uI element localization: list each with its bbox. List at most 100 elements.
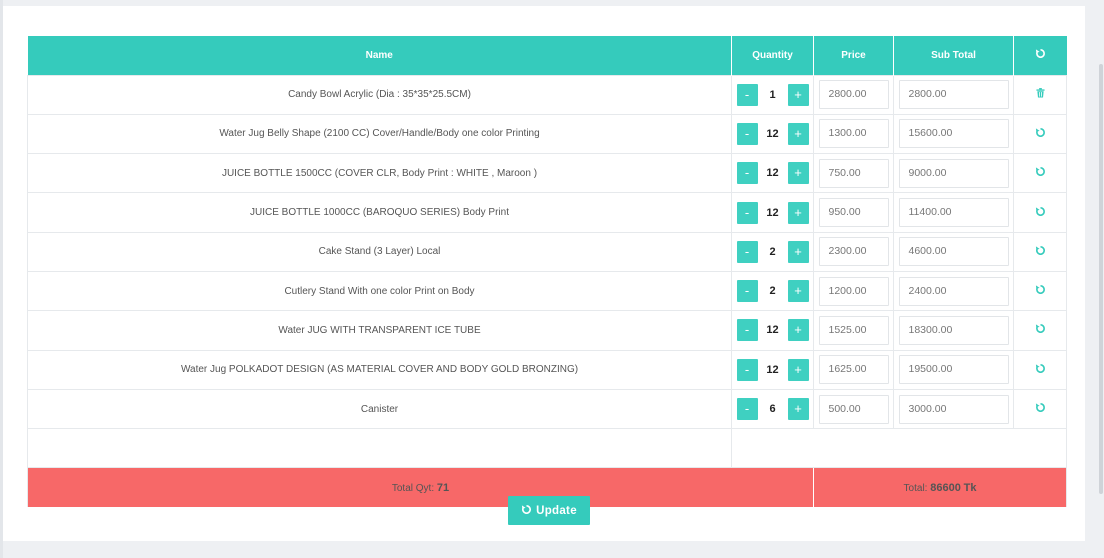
product-name: JUICE BOTTLE 1500CC (COVER CLR, Body Pri… (27, 153, 732, 193)
increase-quantity-button[interactable]: + (787, 398, 809, 421)
increase-quantity-button[interactable]: + (787, 201, 809, 224)
quantity-stepper: - 12 + (731, 349, 814, 390)
price-cell: 1525.00 (813, 310, 894, 351)
quantity-value[interactable]: 2 (758, 246, 788, 258)
column-header-action[interactable] (1013, 36, 1067, 75)
refresh-icon[interactable] (1035, 166, 1046, 177)
product-name: Candy Bowl Acrylic (Dia : 35*35*25.5CM) (27, 74, 732, 115)
table-row-partial (27, 428, 1067, 468)
action-cell (1013, 153, 1067, 193)
table-row: JUICE BOTTLE 1500CC (COVER CLR, Body Pri… (27, 153, 1067, 193)
quantity-stepper: - 12 + (731, 113, 814, 154)
column-header-quantity: Quantity (731, 36, 814, 75)
table-row: Water Jug Belly Shape (2100 CC) Cover/Ha… (27, 113, 1067, 154)
quantity-value[interactable]: 2 (758, 285, 788, 297)
subtotal-field: 19500.00 (898, 355, 1009, 385)
filler-cell (813, 428, 894, 468)
refresh-icon[interactable] (1035, 402, 1046, 413)
decrease-quantity-button[interactable]: - (736, 83, 758, 106)
trash-icon[interactable] (1035, 88, 1045, 98)
decrease-quantity-button[interactable]: - (736, 240, 758, 263)
quantity-value[interactable]: 12 (758, 324, 788, 336)
subtotal-cell: 2400.00 (893, 270, 1014, 311)
table-row: Canister - 6 + 500.00 3000.00 (27, 388, 1067, 429)
increase-quantity-button[interactable]: + (787, 83, 809, 106)
quantity-stepper: - 12 + (731, 153, 814, 193)
refresh-icon[interactable] (1035, 206, 1046, 217)
price-cell: 950.00 (813, 192, 894, 233)
price-field[interactable]: 1300.00 (818, 119, 889, 149)
increase-quantity-button[interactable]: + (787, 240, 809, 263)
table-row: Water JUG WITH TRANSPARENT ICE TUBE - 12… (27, 310, 1067, 351)
price-cell: 750.00 (813, 153, 894, 193)
action-cell (1013, 74, 1067, 115)
subtotal-field: 4600.00 (898, 237, 1009, 267)
subtotal-cell: 9000.00 (893, 153, 1014, 193)
refresh-icon[interactable] (1035, 245, 1046, 256)
subtotal-field: 2400.00 (898, 276, 1009, 306)
column-header-name: Name (27, 36, 732, 75)
increase-quantity-button[interactable]: + (787, 358, 809, 381)
price-field[interactable]: 750.00 (818, 158, 889, 188)
refresh-icon[interactable] (1035, 48, 1046, 59)
price-field[interactable]: 2800.00 (818, 80, 889, 110)
price-cell: 2300.00 (813, 231, 894, 272)
decrease-quantity-button[interactable]: - (736, 398, 758, 421)
increase-quantity-button[interactable]: + (787, 122, 809, 145)
refresh-icon[interactable] (1035, 127, 1046, 138)
quantity-value[interactable]: 6 (758, 403, 788, 415)
decrease-quantity-button[interactable]: - (736, 358, 758, 381)
refresh-icon[interactable] (1035, 323, 1046, 334)
quantity-value[interactable]: 12 (758, 167, 788, 179)
update-button[interactable]: Update (508, 496, 590, 525)
quantity-value[interactable]: 12 (758, 207, 788, 219)
action-cell (1013, 388, 1067, 429)
price-field[interactable]: 2300.00 (818, 237, 889, 267)
total-quantity-label: Total Qyt: (391, 482, 435, 494)
scrollbar-thumb[interactable] (1099, 64, 1103, 494)
decrease-quantity-button[interactable]: - (736, 280, 758, 303)
price-cell: 1200.00 (813, 270, 894, 311)
decrease-quantity-button[interactable]: - (736, 201, 758, 224)
refresh-icon[interactable] (1035, 363, 1046, 374)
subtotal-cell: 15600.00 (893, 113, 1014, 154)
price-field[interactable]: 500.00 (818, 394, 889, 424)
price-field[interactable]: 1200.00 (818, 276, 889, 306)
column-header-subtotal: Sub Total (893, 36, 1014, 75)
quantity-value[interactable]: 12 (758, 128, 788, 140)
increase-quantity-button[interactable]: + (787, 280, 809, 303)
product-name: Cutlery Stand With one color Print on Bo… (27, 270, 732, 311)
total-quantity: Total Qyt: 71 (27, 467, 814, 508)
total-amount-value: 86600 (930, 481, 961, 494)
subtotal-cell: 2800.00 (893, 74, 1014, 115)
increase-quantity-button[interactable]: + (787, 319, 809, 342)
action-cell (1013, 231, 1067, 272)
action-cell (1013, 349, 1067, 390)
subtotal-field: 3000.00 (898, 394, 1009, 424)
price-field[interactable]: 1625.00 (818, 355, 889, 385)
table-row: Cutlery Stand With one color Print on Bo… (27, 270, 1067, 311)
filler-cell (893, 428, 1014, 468)
refresh-icon[interactable] (1035, 284, 1046, 295)
decrease-quantity-button[interactable]: - (736, 162, 758, 185)
action-cell (1013, 192, 1067, 233)
subtotal-field: 18300.00 (898, 315, 1009, 345)
update-button-label: Update (536, 504, 577, 517)
decrease-quantity-button[interactable]: - (736, 122, 758, 145)
subtotal-cell: 3000.00 (893, 388, 1014, 429)
price-field[interactable]: 950.00 (818, 198, 889, 228)
price-cell: 2800.00 (813, 74, 894, 115)
subtotal-field: 11400.00 (898, 198, 1009, 228)
product-name: Cake Stand (3 Layer) Local (27, 231, 732, 272)
quantity-stepper: - 2 + (731, 270, 814, 311)
product-name: Water JUG WITH TRANSPARENT ICE TUBE (27, 310, 732, 351)
quantity-stepper: - 6 + (731, 388, 814, 429)
increase-quantity-button[interactable]: + (787, 162, 809, 185)
decrease-quantity-button[interactable]: - (736, 319, 758, 342)
filler-cell (1013, 428, 1067, 468)
filler-cell (731, 428, 814, 468)
quantity-value[interactable]: 12 (758, 364, 788, 376)
price-field[interactable]: 1525.00 (818, 315, 889, 345)
table-row: Water Jug POLKADOT DESIGN (AS MATERIAL C… (27, 349, 1067, 390)
quantity-value[interactable]: 1 (758, 89, 788, 101)
